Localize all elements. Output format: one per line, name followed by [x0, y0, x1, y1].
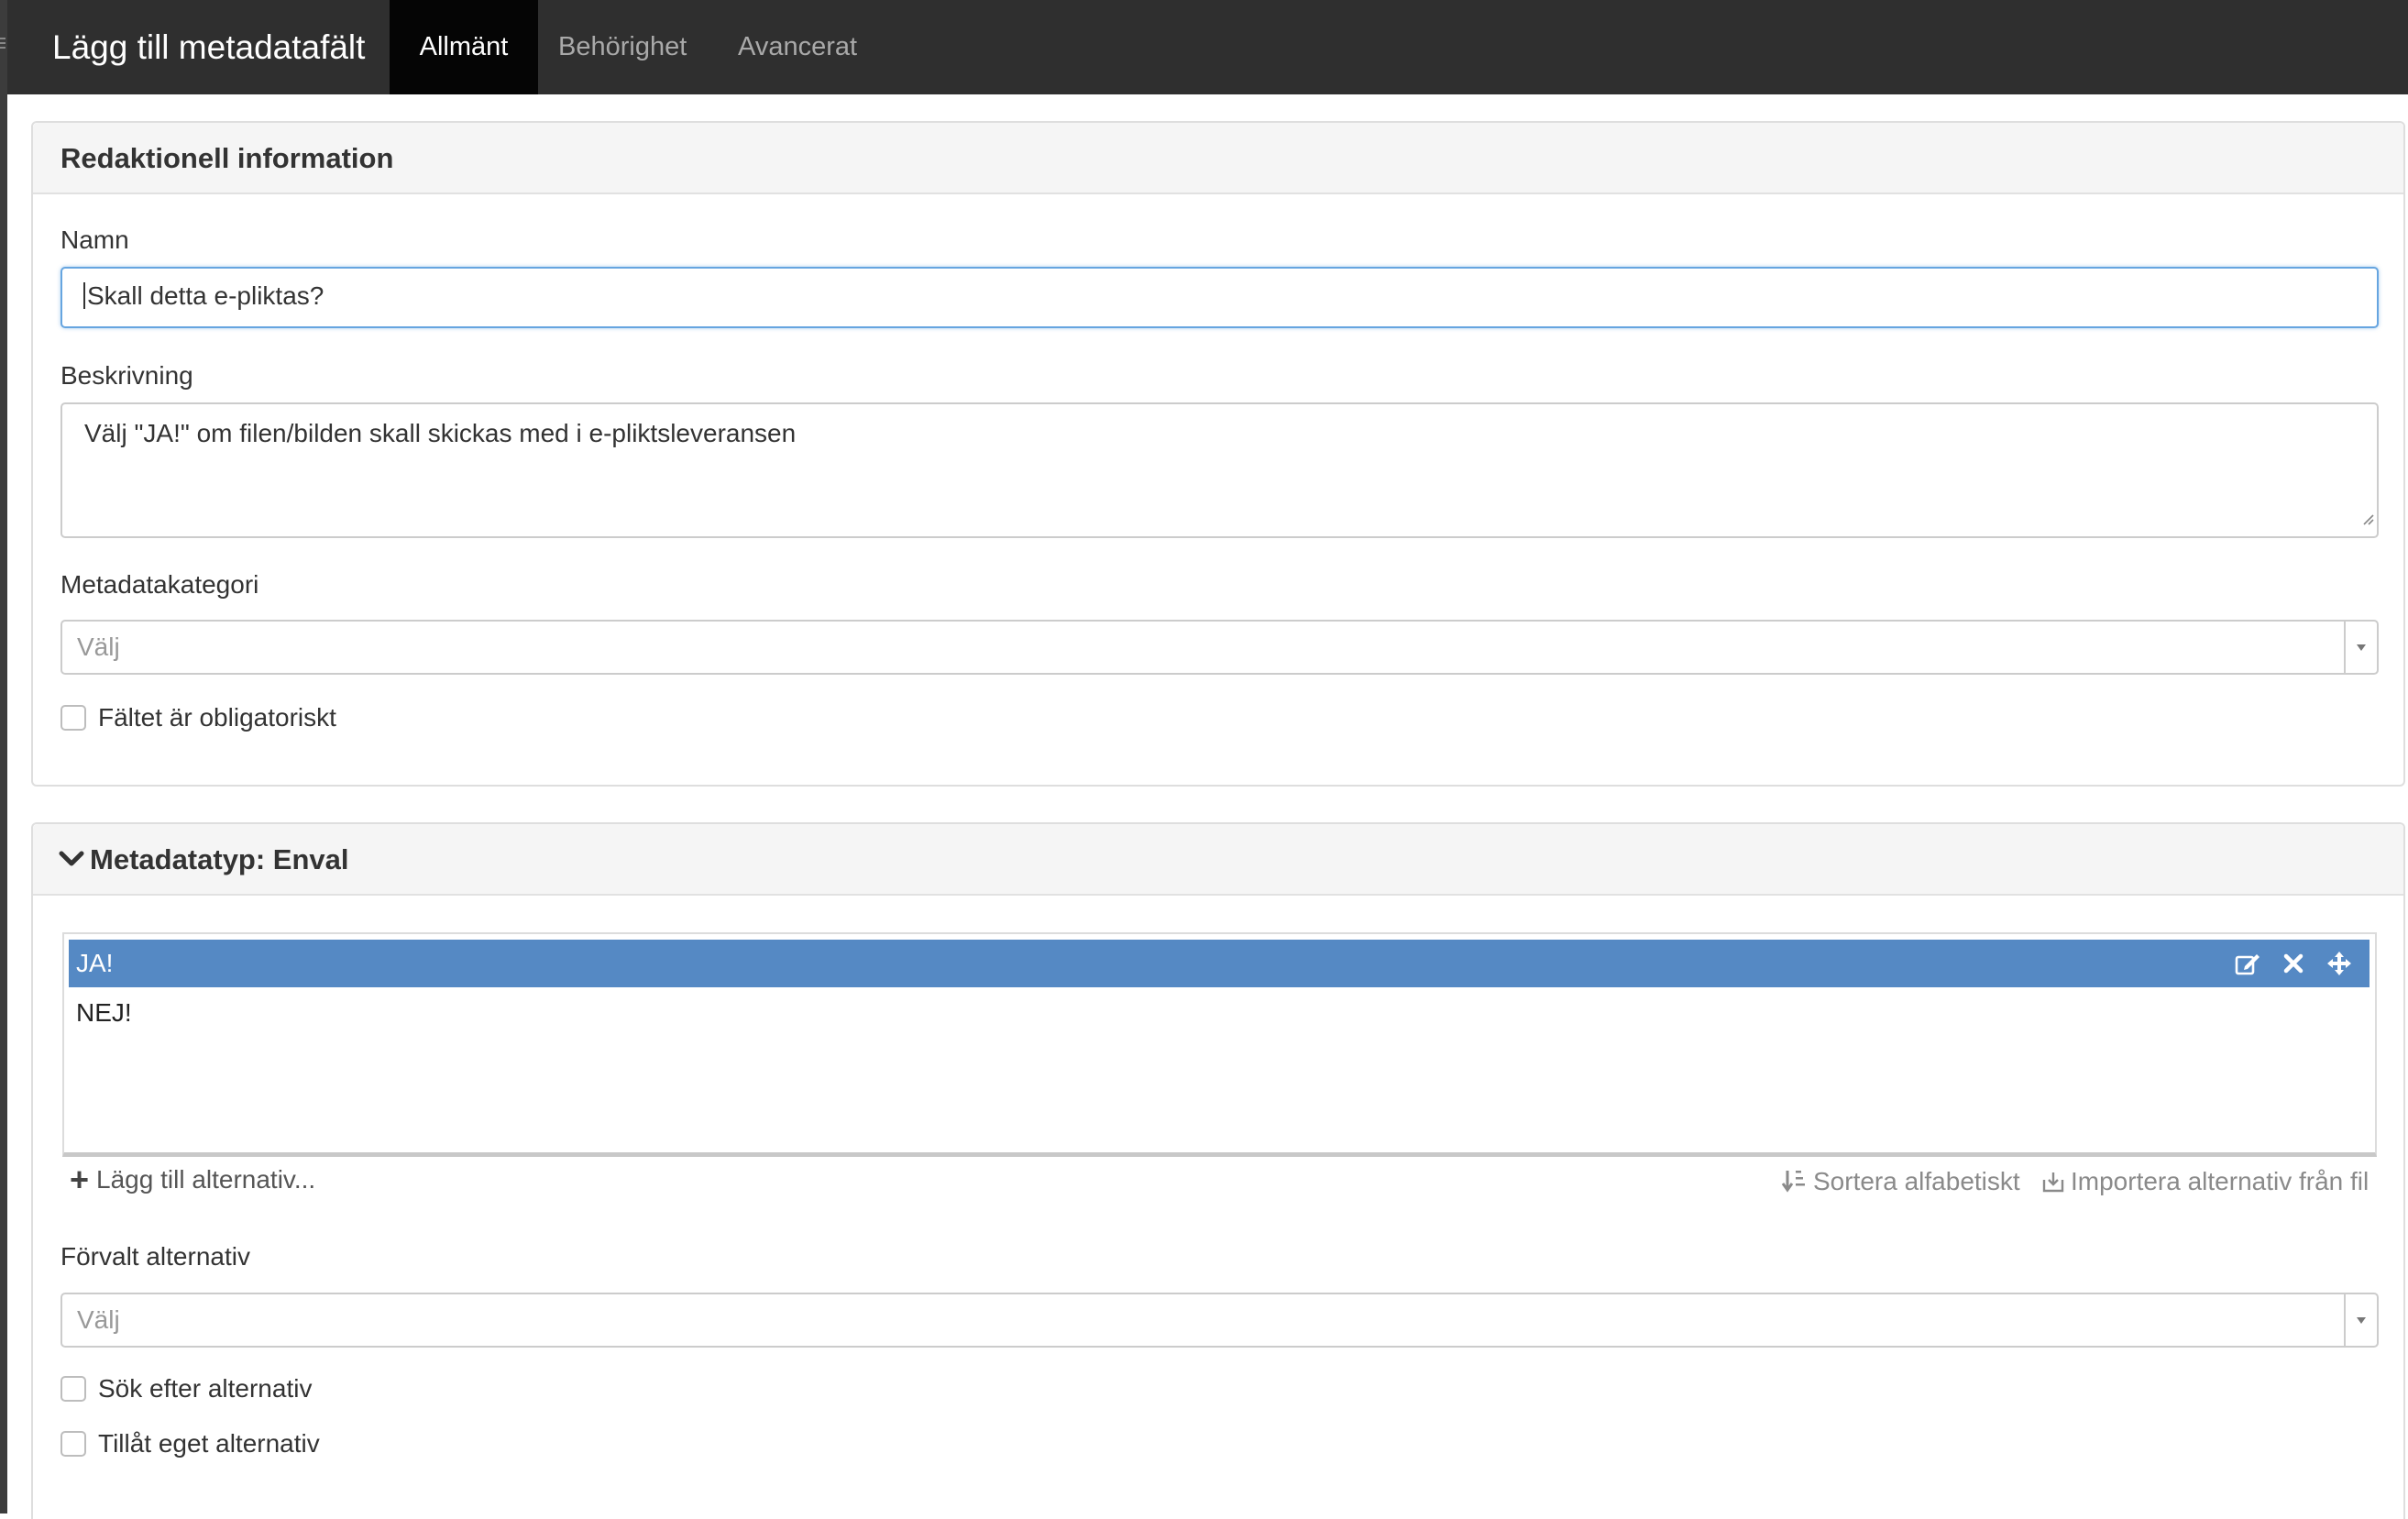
- dropdown-arrow-icon[interactable]: [2344, 1294, 2377, 1346]
- edit-icon[interactable]: [2234, 950, 2261, 977]
- list-item[interactable]: NEJ!: [69, 989, 2370, 1037]
- allow-custom-label: Tillåt eget alternativ: [98, 1429, 320, 1458]
- allow-custom-checkbox[interactable]: [60, 1431, 86, 1457]
- top-navigation-bar: Lägg till metadatafält Allmänt Behörighe…: [7, 0, 2408, 94]
- window-left-edge: [0, 0, 7, 1513]
- sort-alphabetically-link[interactable]: Sortera alfabetiskt: [1780, 1167, 2020, 1196]
- metadata-type-title-wrap[interactable]: Metadatatyp: Enval: [59, 824, 349, 897]
- import-options-link[interactable]: Importera alternativ från fil: [2041, 1167, 2369, 1196]
- options-list: JA! NEJ!: [62, 932, 2377, 1157]
- search-options-checkbox[interactable]: [60, 1376, 86, 1402]
- allow-custom-option[interactable]: Tillåt eget alternativ: [60, 1429, 320, 1458]
- plus-icon: +: [70, 1161, 90, 1198]
- required-checkbox-label: Fältet är obligatoriskt: [98, 703, 336, 732]
- default-option-value: Välj: [77, 1305, 120, 1334]
- required-field-option[interactable]: Fältet är obligatoriskt: [60, 703, 336, 732]
- search-options-option[interactable]: Sök efter alternativ: [60, 1374, 312, 1403]
- editorial-panel-header: Redaktionell information: [33, 123, 2403, 194]
- editorial-info-panel: Redaktionell information Namn Skall dett…: [31, 121, 2405, 787]
- list-item[interactable]: JA!: [69, 940, 2370, 987]
- tab-behorighet[interactable]: Behörighet: [558, 0, 687, 94]
- metadata-type-panel-header[interactable]: Metadatatyp: Enval: [33, 824, 2403, 896]
- close-icon[interactable]: [2280, 950, 2307, 977]
- default-option-select[interactable]: Välj: [60, 1293, 2379, 1348]
- description-textarea[interactable]: Välj "JA!" om filen/bilden skall skickas…: [60, 402, 2379, 538]
- sort-label: Sortera alfabetiskt: [1813, 1167, 2020, 1195]
- tab-avancerat[interactable]: Avancerat: [738, 0, 857, 94]
- search-options-label: Sök efter alternativ: [98, 1374, 313, 1403]
- name-label: Namn: [60, 226, 129, 254]
- resize-handle-icon[interactable]: [2361, 501, 2374, 534]
- option-label: NEJ!: [76, 998, 132, 1027]
- tab-allmant[interactable]: Allmänt: [390, 0, 538, 94]
- default-option-label: Förvalt alternativ: [60, 1242, 250, 1271]
- required-checkbox[interactable]: [60, 705, 86, 731]
- move-icon[interactable]: [2326, 950, 2353, 977]
- metadata-type-panel: Metadatatyp: Enval JA! NEJ! + Lägg till: [31, 822, 2405, 1519]
- sort-icon: [1780, 1168, 1808, 1195]
- editorial-panel-title: Redaktionell information: [60, 142, 394, 174]
- description-value: Välj "JA!" om filen/bilden skall skickas…: [84, 419, 797, 447]
- dropdown-arrow-icon[interactable]: [2344, 622, 2377, 673]
- import-icon: [2041, 1170, 2065, 1194]
- add-option-label: Lägg till alternativ...: [96, 1165, 316, 1194]
- name-input[interactable]: Skall detta e-pliktas?: [60, 267, 2379, 328]
- description-label: Beskrivning: [60, 361, 193, 390]
- name-input-value: Skall detta e-pliktas?: [87, 281, 324, 310]
- edge-grip-icon: [0, 35, 7, 55]
- category-label: Metadatakategori: [60, 570, 259, 599]
- import-label: Importera alternativ från fil: [2071, 1167, 2370, 1195]
- metadata-type-title: Metadatatyp: Enval: [90, 843, 349, 875]
- option-label: JA!: [76, 949, 114, 977]
- category-select-value: Välj: [77, 633, 120, 661]
- category-select[interactable]: Välj: [60, 620, 2379, 675]
- option-actions: [2234, 940, 2353, 987]
- text-cursor: [83, 282, 85, 310]
- add-option-link[interactable]: + Lägg till alternativ...: [70, 1163, 315, 1196]
- chevron-down-icon[interactable]: [59, 823, 84, 894]
- dialog-title: Lägg till metadatafält: [52, 28, 366, 66]
